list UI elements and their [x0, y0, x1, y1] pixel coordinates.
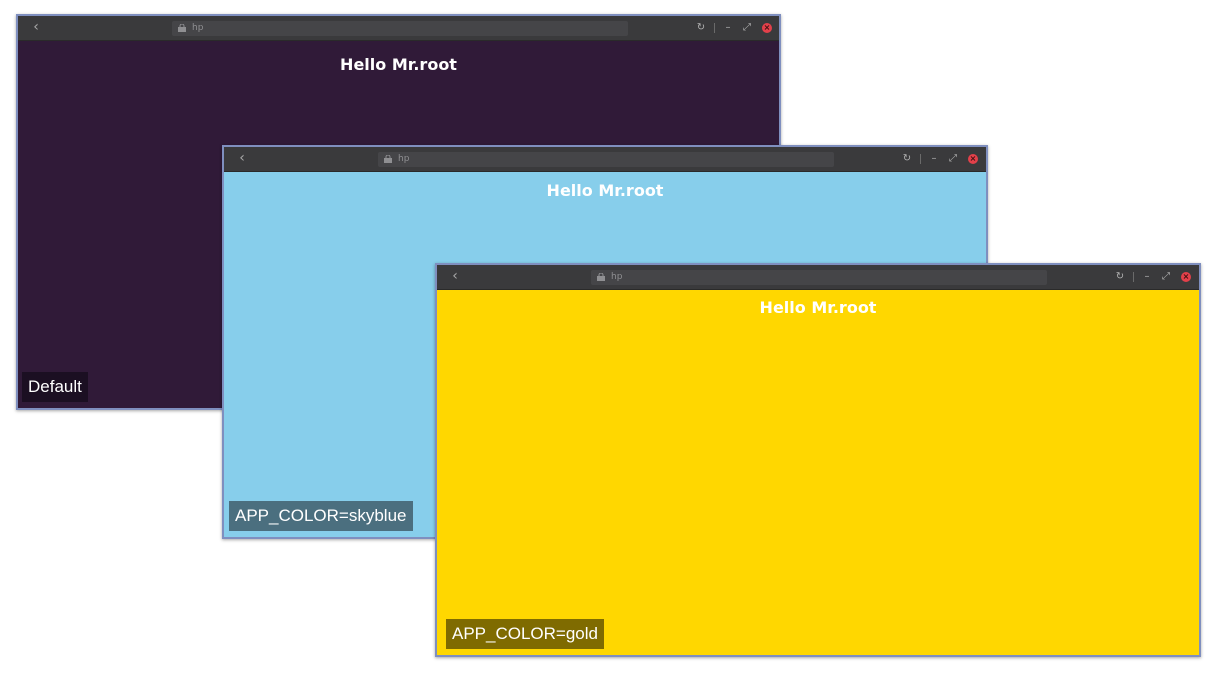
reload-icon[interactable]: ↻	[694, 20, 708, 36]
close-icon[interactable]: ×	[1181, 272, 1191, 282]
url-text: hp	[611, 272, 623, 282]
reload-icon[interactable]: ↻	[1113, 269, 1127, 285]
minimize-icon[interactable]: –	[1140, 269, 1154, 285]
lock-icon	[384, 155, 392, 163]
separator	[920, 154, 921, 164]
page-greeting: Hello Mr.root	[546, 181, 664, 200]
page-greeting: Hello Mr.root	[340, 55, 457, 74]
window-label-default: Default	[22, 372, 88, 402]
maximize-icon[interactable]: ⤢	[1159, 269, 1173, 285]
chevron-left-icon[interactable]: ‹	[28, 19, 44, 35]
close-icon[interactable]: ×	[968, 154, 978, 164]
window-controls: ↻ – ⤢ ×	[1113, 269, 1193, 285]
window-controls: ↻ – ⤢ ×	[900, 151, 980, 167]
url-bar[interactable]: hp	[172, 21, 628, 36]
window-controls: ↻ – ⤢ ×	[694, 20, 774, 36]
url-bar[interactable]: hp	[378, 152, 834, 167]
browser-window-gold: ‹ hp ↻ – ⤢ × Hello Mr.root	[435, 263, 1201, 657]
url-text: hp	[192, 23, 204, 33]
reload-icon[interactable]: ↻	[900, 151, 914, 167]
close-icon[interactable]: ×	[762, 23, 772, 33]
minimize-icon[interactable]: –	[721, 20, 735, 36]
minimize-icon[interactable]: –	[927, 151, 941, 167]
page-content: Hello Mr.root	[437, 290, 1199, 655]
chevron-left-icon[interactable]: ‹	[234, 150, 250, 166]
url-bar[interactable]: hp	[591, 270, 1047, 285]
titlebar: ‹ hp ↻ – ⤢ ×	[437, 265, 1199, 290]
page-greeting: Hello Mr.root	[759, 298, 877, 317]
separator	[1133, 272, 1134, 282]
window-label-skyblue: APP_COLOR=skyblue	[229, 501, 413, 531]
maximize-icon[interactable]: ⤢	[946, 151, 960, 167]
lock-icon	[178, 24, 186, 32]
lock-icon	[597, 273, 605, 281]
separator	[714, 23, 715, 33]
url-text: hp	[398, 154, 410, 164]
maximize-icon[interactable]: ⤢	[740, 20, 754, 36]
window-label-gold: APP_COLOR=gold	[446, 619, 604, 649]
titlebar: ‹ hp ↻ – ⤢ ×	[224, 147, 986, 172]
titlebar: ‹ hp ↻ – ⤢ ×	[18, 16, 779, 41]
chevron-left-icon[interactable]: ‹	[447, 268, 463, 284]
